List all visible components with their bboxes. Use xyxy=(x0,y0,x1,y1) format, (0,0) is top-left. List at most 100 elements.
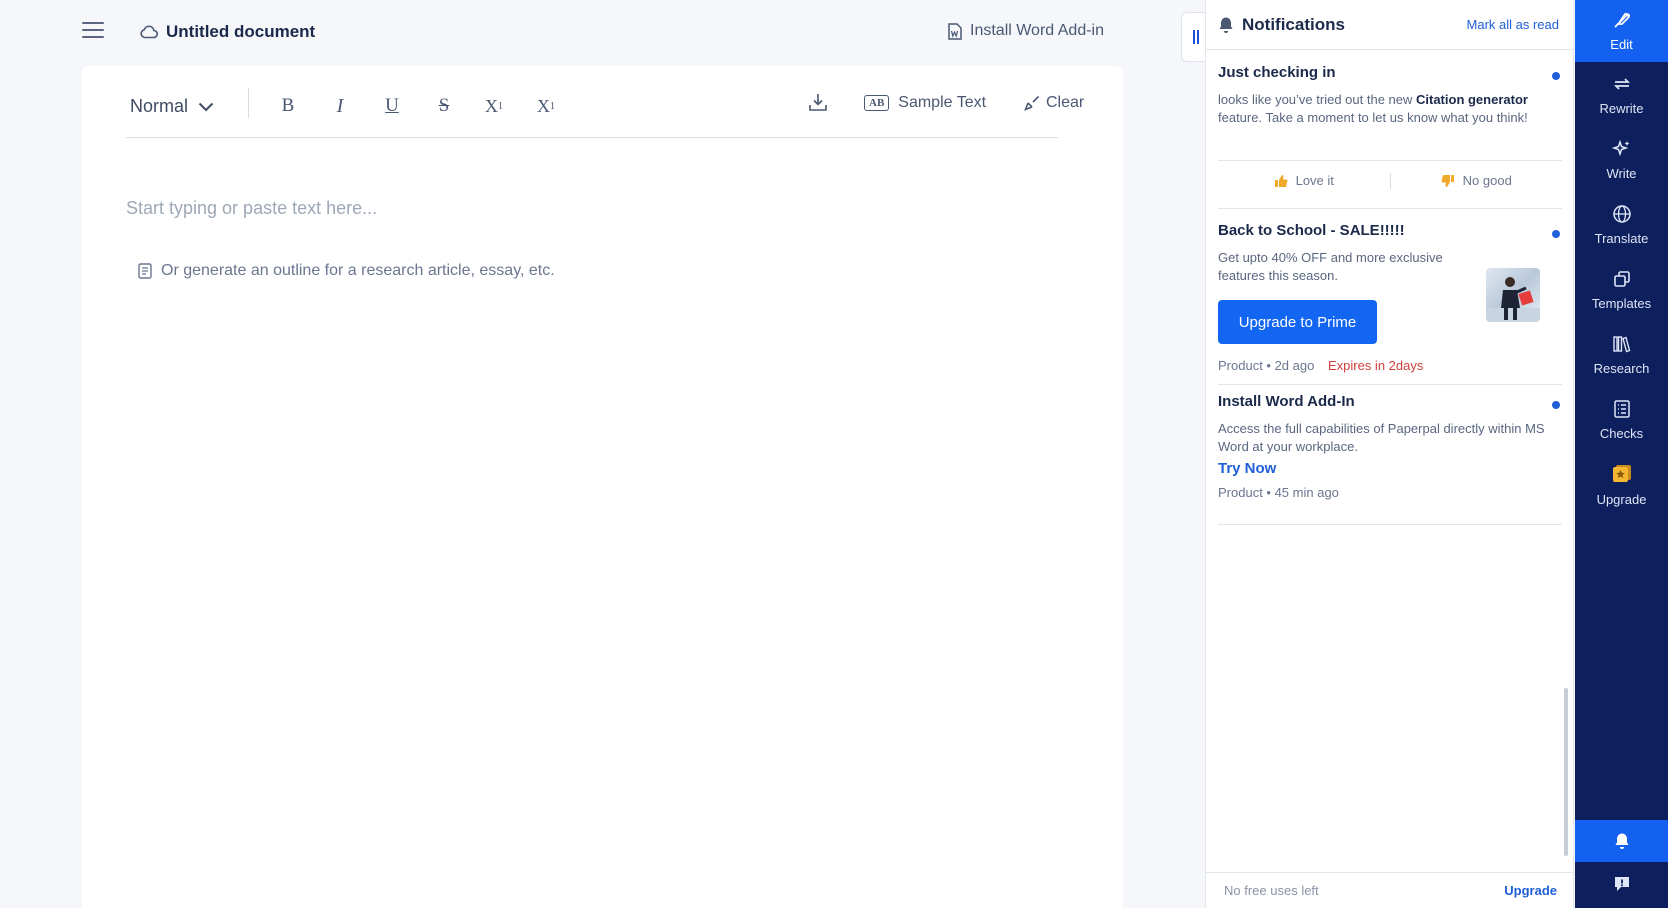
unread-dot xyxy=(1552,401,1560,409)
unread-dot xyxy=(1552,230,1560,238)
subscript-base: X xyxy=(537,95,550,116)
notifications-header: Notifications Mark all as read xyxy=(1206,0,1573,50)
rail-item-label: Upgrade xyxy=(1596,492,1647,507)
paragraph-style-select[interactable]: Normal xyxy=(130,96,214,117)
notification-meta: Product • 45 min ago xyxy=(1218,485,1339,500)
underline-button[interactable]: U xyxy=(380,94,404,118)
love-it-button[interactable]: Love it xyxy=(1218,173,1390,188)
rewrite-arrows-icon xyxy=(1613,78,1630,90)
italic-button[interactable]: I xyxy=(328,94,352,118)
thumbs-up-icon xyxy=(1274,174,1288,187)
promo-image xyxy=(1486,268,1540,322)
broom-icon xyxy=(1024,95,1040,111)
rail-item-label: Write xyxy=(1606,166,1637,181)
toolbar-divider xyxy=(248,88,249,118)
sample-text-button[interactable]: AB Sample Text xyxy=(864,94,986,112)
install-addin-label: Install Word Add-in xyxy=(970,22,1104,39)
notification-body: looks like you’ve tried out the new Cita… xyxy=(1218,91,1562,127)
notification-title: Back to School - SALE!!!!! xyxy=(1218,222,1405,239)
superscript-base: X xyxy=(485,95,498,116)
rail-item-label: Edit xyxy=(1610,37,1633,52)
notifications-panel: Notifications Mark all as read Just chec… xyxy=(1205,0,1574,908)
rail-item-label: Rewrite xyxy=(1599,101,1644,116)
notification-body: Get upto 40% OFF and more exclusive feat… xyxy=(1218,250,1443,283)
bold-button[interactable]: B xyxy=(276,94,300,118)
editor-card: Normal B I U S X1 X1 AB Sample Text Clea… xyxy=(82,66,1123,908)
feedback-row: Love it No good xyxy=(1218,160,1562,200)
rail-item-rewrite[interactable]: Rewrite xyxy=(1575,64,1668,126)
generate-outline-label: Or generate an outline for a research ar… xyxy=(161,262,555,279)
templates-icon xyxy=(1613,271,1630,287)
sample-text-icon: AB xyxy=(864,95,890,111)
notification-meta: Product • 2d ago Expires in 2days xyxy=(1218,358,1423,373)
love-it-label: Love it xyxy=(1295,173,1334,188)
feather-icon xyxy=(1613,12,1630,28)
document-title[interactable]: Untitled document xyxy=(166,22,315,42)
notification-just-checking-in: Just checking in looks like you’ve tried… xyxy=(1218,64,1562,209)
notifications-toggle[interactable] xyxy=(1575,820,1668,862)
globe-icon xyxy=(1612,205,1631,223)
download-icon xyxy=(809,93,827,111)
upgrade-to-prime-button[interactable]: Upgrade to Prime xyxy=(1218,300,1377,344)
notifications-footer: No free uses left Upgrade xyxy=(1206,872,1573,908)
notification-title: Just checking in xyxy=(1218,64,1336,81)
rail-item-translate[interactable]: Translate xyxy=(1575,194,1668,256)
rail-item-label: Checks xyxy=(1599,426,1644,441)
bell-icon xyxy=(1219,17,1233,33)
rail-item-label: Research xyxy=(1593,361,1650,376)
no-good-button[interactable]: No good xyxy=(1391,173,1563,188)
notification-back-to-school: Back to School - SALE!!!!! Get upto 40% … xyxy=(1218,222,1562,385)
rail-item-label: Translate xyxy=(1594,231,1649,246)
superscript-mark: 1 xyxy=(498,100,503,112)
free-uses-status: No free uses left xyxy=(1224,883,1319,898)
clear-button[interactable]: Clear xyxy=(1024,94,1084,112)
right-tool-rail: Edit Rewrite Write Translate Templates R… xyxy=(1575,0,1668,908)
checklist-icon xyxy=(1613,400,1630,418)
install-addin-link[interactable]: Install Word Add-in xyxy=(948,22,1104,40)
no-good-label: No good xyxy=(1462,173,1512,188)
rail-item-edit[interactable]: Edit xyxy=(1575,0,1668,62)
strikethrough-button[interactable]: S xyxy=(432,94,456,118)
outline-doc-icon xyxy=(138,263,152,279)
notification-body: Access the full capabilities of Paperpal… xyxy=(1218,421,1545,454)
formatting-toolbar: Normal B I U S X1 X1 AB Sample Text Clea… xyxy=(126,80,1084,138)
thumbs-down-icon xyxy=(1441,174,1454,187)
feedback-alert-icon xyxy=(1614,877,1629,891)
superscript-button[interactable]: X1 xyxy=(482,94,506,118)
unread-dot xyxy=(1552,72,1560,80)
mark-all-read-link[interactable]: Mark all as read xyxy=(1467,17,1559,32)
rail-item-research[interactable]: Research xyxy=(1575,324,1668,386)
feedback-toggle[interactable] xyxy=(1575,863,1668,905)
cloud-icon xyxy=(140,25,158,39)
rail-item-upgrade[interactable]: Upgrade xyxy=(1575,454,1668,516)
generate-outline-link[interactable]: Or generate an outline for a research ar… xyxy=(138,262,555,280)
rail-item-templates[interactable]: Templates xyxy=(1575,259,1668,321)
menu-icon[interactable] xyxy=(82,22,104,40)
premium-star-icon xyxy=(1612,465,1631,482)
rail-item-checks[interactable]: Checks xyxy=(1575,389,1668,451)
sparkle-icon xyxy=(1611,139,1629,157)
editor-placeholder[interactable]: Start typing or paste text here... xyxy=(126,198,377,219)
rail-item-write[interactable]: Write xyxy=(1575,129,1668,191)
expires-label: Expires in 2days xyxy=(1327,358,1424,373)
promo-person-icon xyxy=(1486,277,1540,322)
subscript-button[interactable]: X1 xyxy=(534,94,558,118)
document-title-area: Untitled document xyxy=(140,22,315,42)
notification-install-word-addin: Install Word Add-In Access the full capa… xyxy=(1218,393,1562,525)
notification-source-time: Product • 2d ago xyxy=(1218,358,1315,373)
sample-text-label: Sample Text xyxy=(898,94,987,111)
paragraph-style-value: Normal xyxy=(130,96,189,116)
footer-upgrade-link[interactable]: Upgrade xyxy=(1504,883,1557,898)
notification-title: Install Word Add-In xyxy=(1218,393,1355,410)
download-button[interactable] xyxy=(806,90,830,114)
notifications-title: Notifications xyxy=(1242,14,1345,34)
rail-item-label: Templates xyxy=(1591,296,1652,311)
citation-generator-text: Citation generator xyxy=(1416,92,1528,107)
try-now-link[interactable]: Try Now xyxy=(1218,460,1562,477)
clear-label: Clear xyxy=(1046,94,1085,111)
body-text-post: feature. Take a moment to let us know wh… xyxy=(1218,110,1528,125)
subscript-mark: 1 xyxy=(550,100,555,112)
top-bar: Untitled document Install Word Add-in xyxy=(0,0,1180,62)
books-icon xyxy=(1612,336,1630,353)
notifications-scrollbar[interactable] xyxy=(1564,688,1568,856)
